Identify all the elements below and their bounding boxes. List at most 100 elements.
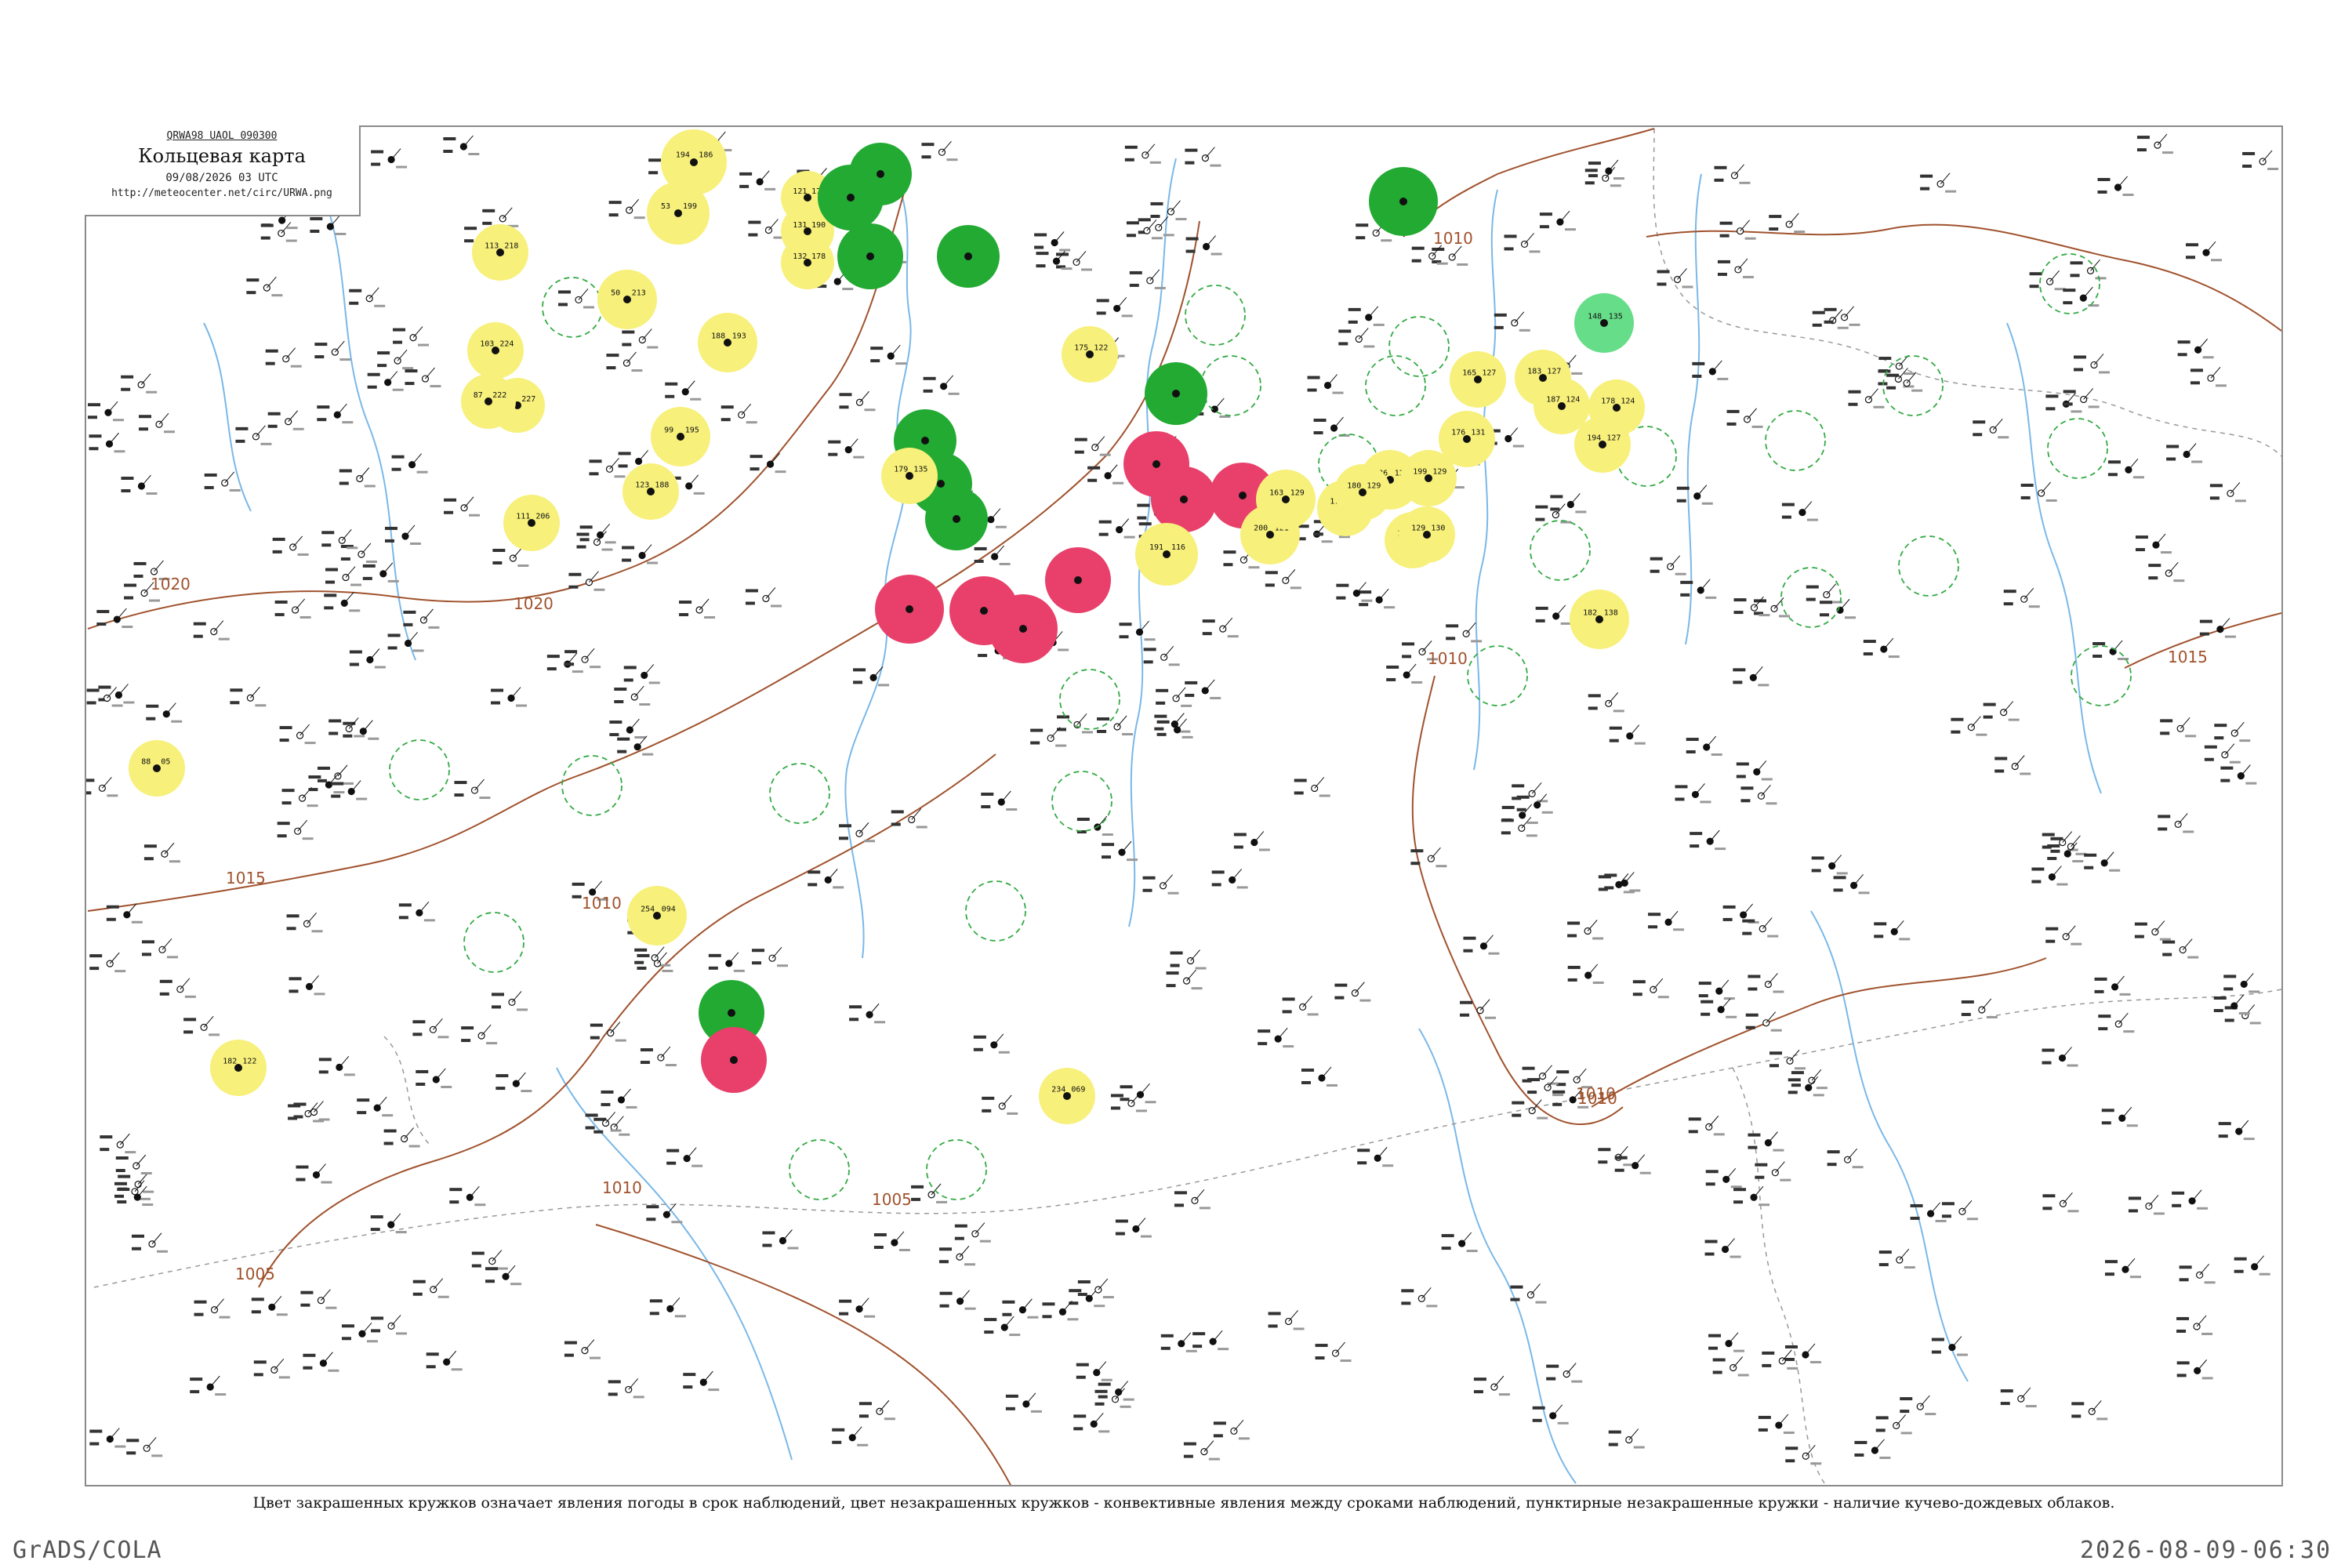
station-yellow[interactable]: 188 193 xyxy=(698,313,757,372)
station-green[interactable] xyxy=(1369,167,1438,236)
data-tick xyxy=(2042,833,2055,837)
station-pressure: 124 xyxy=(1621,397,1635,406)
station-index xyxy=(1998,436,2009,439)
station-red[interactable] xyxy=(989,594,1058,663)
station-temp: 194 xyxy=(676,151,690,160)
station-index xyxy=(979,1240,991,1243)
station-yellow[interactable]: 182 122 xyxy=(210,1040,267,1096)
station-yellow[interactable]: 111 206 xyxy=(503,495,560,551)
station-index xyxy=(163,430,175,434)
data-tick xyxy=(1042,1302,1055,1306)
bulletin-code: QRWA98 UAOL 090300 xyxy=(166,130,278,142)
station-plot xyxy=(1863,637,1900,659)
wind-barb xyxy=(1368,306,1379,318)
station-yellow[interactable]: 87 222 xyxy=(461,374,516,429)
station-plot xyxy=(310,215,347,235)
station-yellow[interactable]: 103 224 xyxy=(467,322,524,379)
station-yellow[interactable]: 165 127 xyxy=(1450,351,1506,408)
wind-barb xyxy=(728,952,739,964)
wind-barb xyxy=(1566,1363,1577,1374)
data-tick xyxy=(2214,736,2224,740)
station-index xyxy=(2183,830,2194,833)
data-tick xyxy=(349,662,359,666)
station-index xyxy=(1363,345,1375,348)
wind-barb xyxy=(502,207,513,220)
data-tick xyxy=(2190,368,2203,372)
data-tick xyxy=(1036,264,1046,268)
data-tick xyxy=(2047,856,2057,860)
data-tick xyxy=(412,1033,423,1036)
station-index xyxy=(402,367,414,370)
data-tick xyxy=(891,810,904,814)
station-pressure: 131 xyxy=(1471,429,1485,437)
data-tick xyxy=(261,223,271,227)
wind-barb xyxy=(1076,251,1087,263)
station-yellow[interactable]: 113 218 xyxy=(472,224,528,281)
wind-barb xyxy=(1566,354,1577,367)
wind-barb xyxy=(1726,1167,1737,1180)
station-red[interactable] xyxy=(875,575,944,644)
station-plot xyxy=(2094,975,2131,996)
data-tick xyxy=(1073,1427,1083,1431)
station-light_green[interactable]: 148 135 xyxy=(1574,293,1634,353)
station-plot xyxy=(274,598,311,619)
station-yellow[interactable]: 254 094 xyxy=(627,886,687,946)
station-yellow[interactable]: 53 199 xyxy=(647,182,710,245)
station-index xyxy=(229,488,241,492)
station-yellow[interactable]: 123 188 xyxy=(622,463,679,520)
station-pressure: 213 xyxy=(632,289,646,297)
station-index xyxy=(474,1203,486,1207)
data-tick xyxy=(1120,1098,1130,1102)
station-yellow[interactable]: 88 05 xyxy=(129,740,185,797)
station-yellow[interactable]: 129 130 xyxy=(1399,506,1455,563)
station-plot xyxy=(1726,408,1763,428)
station-index xyxy=(2132,476,2144,479)
station-yellow[interactable]: 179 135 xyxy=(881,448,938,504)
station-red[interactable] xyxy=(1045,547,1111,613)
station-index xyxy=(1571,1380,1583,1383)
data-tick xyxy=(1769,227,1779,231)
station-index xyxy=(1332,391,1344,394)
footer-credit: GrADS/COLA xyxy=(13,1537,162,1564)
station-yellow[interactable]: 176 131 xyxy=(1439,411,1495,467)
station-yellow[interactable]: 234 069 xyxy=(1039,1068,1095,1124)
data-tick xyxy=(606,354,619,358)
station-plot xyxy=(1510,1283,1547,1304)
station-yellow[interactable]: 180 129 xyxy=(1334,464,1391,521)
station-green[interactable] xyxy=(837,223,903,289)
station-index xyxy=(1813,1094,1824,1097)
station-temp: 187 xyxy=(1546,396,1560,405)
data-tick xyxy=(454,781,467,785)
station-yellow[interactable]: 175 122 xyxy=(1062,326,1118,383)
station-index xyxy=(863,840,875,843)
station-plot xyxy=(973,1033,1010,1054)
wind-barb xyxy=(1802,501,1813,513)
station-green[interactable] xyxy=(937,225,1000,288)
station-yellow[interactable]: 99 195 xyxy=(651,407,710,466)
station-yellow[interactable]: 194 127 xyxy=(1574,416,1631,473)
synoptic-map[interactable]: 1941865319911321850213103224972278722299… xyxy=(85,125,2283,1486)
station-index xyxy=(1411,681,1423,684)
wind-barb xyxy=(2205,241,2216,253)
station-yellow[interactable]: 163 129 xyxy=(1256,470,1316,529)
data-tick xyxy=(1714,165,1727,169)
station-green[interactable] xyxy=(818,165,884,230)
station-index xyxy=(1613,177,1624,180)
wind-barb xyxy=(350,780,361,792)
station-pressure: 127 xyxy=(1547,368,1561,376)
station-yellow[interactable]: 50 213 xyxy=(597,270,657,329)
data-tick xyxy=(1129,270,1142,274)
station-green[interactable] xyxy=(1145,362,1207,425)
station-yellow[interactable]: 191 116 xyxy=(1135,523,1198,586)
station-yellow[interactable]: 182 138 xyxy=(1570,590,1629,649)
station-red[interactable] xyxy=(1151,466,1217,532)
station-red[interactable] xyxy=(701,1027,767,1093)
data-tick xyxy=(491,993,504,996)
source-url[interactable]: http://meteocenter.net/circ/URWA.png xyxy=(85,187,359,199)
data-tick xyxy=(622,558,632,562)
station-index xyxy=(1564,228,1576,231)
station-yellow[interactable]: 132 178 xyxy=(781,236,834,289)
data-tick xyxy=(272,537,285,541)
station-green[interactable] xyxy=(925,488,988,550)
data-tick xyxy=(277,822,290,826)
